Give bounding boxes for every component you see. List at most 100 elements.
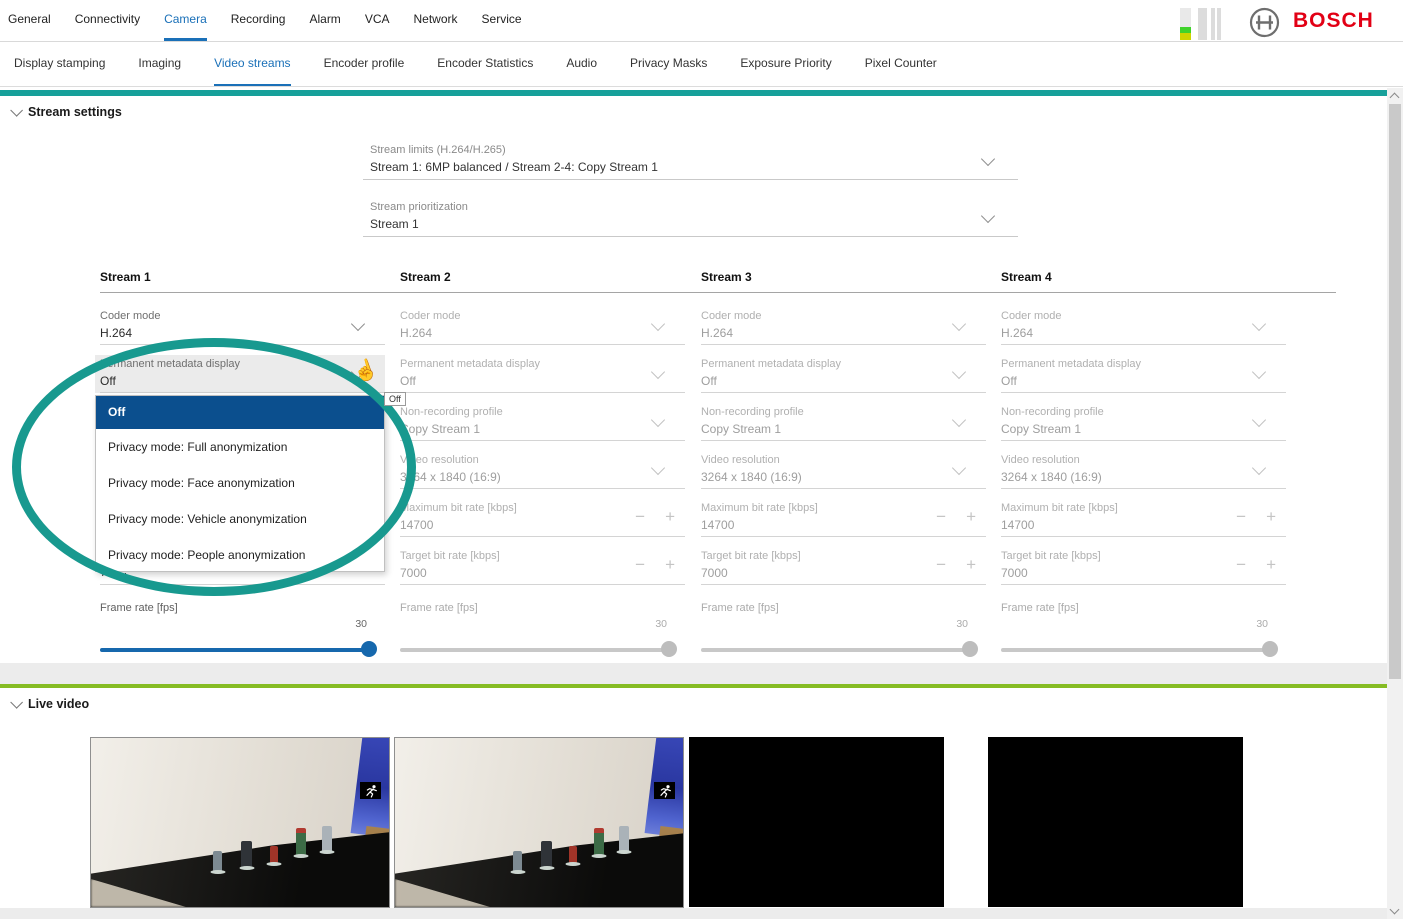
minus-stepper[interactable]: − [1236, 507, 1246, 527]
subnav-tab-encoder-statistics[interactable]: Encoder Statistics [437, 42, 533, 90]
stream4-metadata-select[interactable]: Permanent metadata display Off [1001, 355, 1286, 393]
stream4-resolution-select[interactable]: Video resolution 3264 x 1840 (16:9) [1001, 451, 1286, 489]
chevron-down-icon [981, 209, 995, 223]
frame-rate-slider[interactable] [400, 648, 670, 652]
collapse-chevron-icon[interactable] [10, 696, 23, 709]
frame-rate-slider-handle[interactable] [361, 641, 377, 657]
stream4-non-recording-select[interactable]: Non-recording profile Copy Stream 1 [1001, 403, 1286, 441]
subnav-tab-audio[interactable]: Audio [566, 42, 597, 90]
stream4-target-bitrate-field[interactable]: Target bit rate [kbps] 7000 − + [1001, 547, 1286, 585]
dropdown-option-vehicle-anonymization[interactable]: Privacy mode: Vehicle anonymization [96, 501, 384, 537]
collapse-chevron-icon[interactable] [10, 104, 23, 117]
resolution-label: Video resolution [1001, 454, 1080, 466]
nav-tab-service[interactable]: Service [482, 0, 522, 41]
subnav-tab-imaging[interactable]: Imaging [138, 42, 181, 90]
plus-stepper[interactable]: + [966, 507, 976, 527]
stream-limits-select[interactable]: Stream limits (H.264/H.265) Stream 1: 6M… [363, 142, 1018, 180]
frame-rate-label: Frame rate [fps] [100, 602, 178, 614]
plus-stepper[interactable]: + [665, 507, 675, 527]
scroll-down-arrow-icon[interactable] [1390, 905, 1400, 915]
stream4-column: Stream 4 Coder mode H.264 Permanent meta… [1001, 270, 1286, 665]
chevron-down-icon [1252, 461, 1266, 475]
frame-rate-slider[interactable] [701, 648, 971, 652]
stream-prioritization-select[interactable]: Stream prioritization Stream 1 [363, 199, 1018, 237]
miniature-figure [241, 841, 252, 867]
nav-tab-vca[interactable]: VCA [365, 0, 390, 41]
coder-mode-value: H.264 [100, 326, 132, 340]
dropdown-option-full-anonymization[interactable]: Privacy mode: Full anonymization [96, 429, 384, 465]
chevron-down-icon [651, 317, 665, 331]
stream2-max-bitrate-field[interactable]: Maximum bit rate [kbps] 14700 − + [400, 499, 685, 537]
bosch-wordmark: BOSCH [1293, 9, 1374, 33]
frame-rate-slider[interactable] [100, 648, 370, 652]
minus-stepper[interactable]: − [635, 555, 645, 575]
stream2-metadata-select[interactable]: Permanent metadata display Off [400, 355, 685, 393]
nav-tab-connectivity[interactable]: Connectivity [75, 0, 140, 41]
minus-stepper[interactable]: − [635, 507, 645, 527]
divider [100, 584, 385, 585]
subnav-tab-video-streams[interactable]: Video streams [214, 42, 290, 87]
stream3-resolution-select[interactable]: Video resolution 3264 x 1840 (16:9) [701, 451, 986, 489]
scroll-up-arrow-icon[interactable] [1390, 93, 1400, 103]
plus-stepper[interactable]: + [1266, 507, 1276, 527]
max-bitrate-label: Maximum bit rate [kbps] [701, 502, 818, 514]
stream3-non-recording-select[interactable]: Non-recording profile Copy Stream 1 [701, 403, 986, 441]
dropdown-option-face-anonymization[interactable]: Privacy mode: Face anonymization [96, 465, 384, 501]
frame-rate-slider-handle[interactable] [962, 641, 978, 657]
subnav-tab-privacy-masks[interactable]: Privacy Masks [630, 42, 707, 90]
plus-stepper[interactable]: + [1266, 555, 1276, 575]
subnav-tab-encoder-profile[interactable]: Encoder profile [324, 42, 405, 90]
metadata-value: Off [100, 374, 116, 388]
chevron-down-icon [952, 317, 966, 331]
plus-stepper[interactable]: + [966, 555, 976, 575]
nav-tab-camera[interactable]: Camera [164, 0, 207, 41]
miniature-figure [619, 826, 629, 851]
stream3-metadata-select[interactable]: Permanent metadata display Off [701, 355, 986, 393]
stream4-max-bitrate-field[interactable]: Maximum bit rate [kbps] 14700 − + [1001, 499, 1286, 537]
metadata-dropdown-list: Off Privacy mode: Full anonymization Pri… [95, 395, 385, 572]
miniature-figure [270, 846, 278, 863]
target-bitrate-value: 7000 [1001, 566, 1028, 580]
stream4-coder-mode-select[interactable]: Coder mode H.264 [1001, 307, 1286, 345]
subnav-tab-pixel-counter[interactable]: Pixel Counter [865, 42, 937, 90]
vertical-scrollbar[interactable] [1387, 88, 1403, 919]
minus-stepper[interactable]: − [936, 507, 946, 527]
stream1-metadata-select[interactable]: Permanent metadata display Off [100, 355, 385, 393]
non-recording-label: Non-recording profile [1001, 406, 1104, 418]
stream1-coder-mode-select[interactable]: Coder mode H.264 [100, 307, 385, 345]
frame-rate-slider-handle[interactable] [1262, 641, 1278, 657]
stream3-target-bitrate-field[interactable]: Target bit rate [kbps] 7000 − + [701, 547, 986, 585]
stream2-coder-mode-select[interactable]: Coder mode H.264 [400, 307, 685, 345]
stream3-max-bitrate-field[interactable]: Maximum bit rate [kbps] 14700 − + [701, 499, 986, 537]
nav-tab-network[interactable]: Network [414, 0, 458, 41]
stream1-column: Stream 1 Coder mode H.264 Permanent meta… [100, 270, 385, 665]
nav-tab-general[interactable]: General [8, 0, 51, 41]
plus-stepper[interactable]: + [665, 555, 675, 575]
nav-tab-alarm[interactable]: Alarm [309, 0, 340, 41]
stream-limits-label: Stream limits (H.264/H.265) [370, 144, 506, 156]
frame-rate-slider[interactable] [1001, 648, 1271, 652]
load-indicator-bar [1217, 8, 1221, 40]
stream1-target-bitrate-partial: 7000 [100, 573, 220, 584]
stream3-video-preview [689, 737, 944, 907]
miniature-figure [541, 841, 552, 867]
target-bitrate-value: 7000 [400, 566, 427, 580]
stream2-target-bitrate-field[interactable]: Target bit rate [kbps] 7000 − + [400, 547, 685, 585]
stream2-resolution-select[interactable]: Video resolution 3264 x 1840 (16:9) [400, 451, 685, 489]
coder-mode-label: Coder mode [1001, 310, 1062, 322]
scrollbar-thumb[interactable] [1389, 104, 1401, 679]
chevron-down-icon [651, 461, 665, 475]
minus-stepper[interactable]: − [1236, 555, 1246, 575]
dropdown-option-off[interactable]: Off [96, 396, 384, 429]
subnav-tab-exposure-priority[interactable]: Exposure Priority [740, 42, 831, 90]
dropdown-option-people-anonymization[interactable]: Privacy mode: People anonymization [96, 537, 384, 573]
nav-tab-recording[interactable]: Recording [231, 0, 286, 41]
frame-rate-slider-handle[interactable] [661, 641, 677, 657]
processor-load-gauge [1180, 8, 1191, 40]
stream3-coder-mode-select[interactable]: Coder mode H.264 [701, 307, 986, 345]
stream2-non-recording-select[interactable]: Non-recording profile Copy Stream 1 [400, 403, 685, 441]
minus-stepper[interactable]: − [936, 555, 946, 575]
max-bitrate-value: 14700 [1001, 518, 1034, 532]
chevron-down-icon [351, 317, 365, 331]
subnav-tab-display-stamping[interactable]: Display stamping [14, 42, 105, 90]
